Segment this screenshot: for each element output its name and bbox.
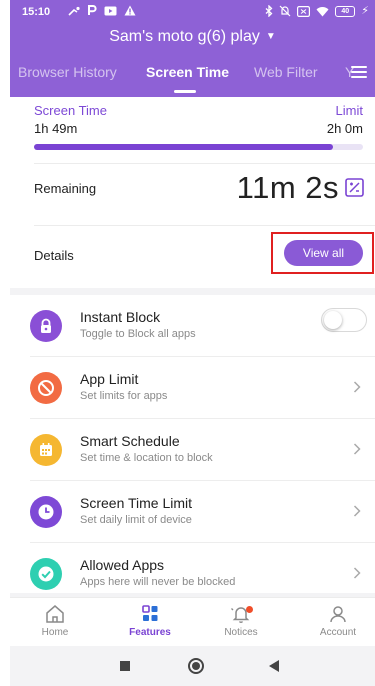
active-tab-indicator: [174, 90, 196, 93]
status-bar: 15:10 40 ⚡: [10, 0, 375, 24]
notification-badge: [246, 606, 253, 613]
limit-label: Limit: [335, 103, 363, 118]
tab-browser-history[interactable]: Browser History: [18, 64, 117, 80]
warning-icon: [124, 5, 136, 16]
nav-account[interactable]: Account: [303, 604, 373, 638]
mute-icon: [279, 5, 291, 17]
screen-time-progress: [34, 144, 363, 150]
list-item-title: Instant Block: [80, 309, 161, 325]
nav-label: Home: [41, 627, 69, 638]
parking-icon: [88, 5, 97, 15]
list-item-app-limit[interactable]: App Limit Set limits for apps: [10, 357, 375, 419]
nav-label: Account: [319, 627, 357, 638]
bluetooth-icon: [265, 5, 273, 17]
notification-icons: [68, 5, 136, 16]
check-icon: [30, 558, 62, 590]
clock-icon: [30, 496, 62, 528]
nav-notices[interactable]: Notices: [206, 604, 276, 638]
edit-time-icon[interactable]: [345, 178, 364, 197]
lock-icon: [30, 310, 62, 342]
wifi-icon: [316, 6, 329, 16]
list-item-screen-time-limit[interactable]: Screen Time Limit Set daily limit of dev…: [10, 481, 375, 543]
system-nav-bar: [10, 646, 375, 686]
details-label: Details: [34, 248, 74, 263]
list-item-instant-block[interactable]: Instant Block Toggle to Block all apps: [10, 295, 375, 357]
list-item-subtitle: Set daily limit of device: [80, 514, 192, 526]
device-selector[interactable]: Sam's moto g(6) play ▼: [10, 28, 375, 46]
divider: [34, 163, 375, 164]
person-icon: [330, 606, 346, 623]
list-item-subtitle: Apps here will never be blocked: [80, 576, 236, 588]
limit-value: 2h 0m: [326, 121, 363, 136]
chevron-right-icon: [353, 443, 361, 455]
divider: [34, 225, 375, 226]
list-item-allowed-apps[interactable]: Allowed Apps Apps here will never be blo…: [10, 543, 375, 605]
list-item-subtitle: Set limits for apps: [80, 390, 168, 402]
view-all-button[interactable]: View all: [284, 240, 363, 266]
list-item-title: App Limit: [80, 371, 139, 387]
grid-icon: [142, 605, 158, 621]
sim-icon: [297, 5, 311, 17]
chevron-right-icon: [353, 381, 361, 393]
battery-icon: 40: [335, 5, 356, 17]
list-item-title: Allowed Apps: [80, 557, 165, 573]
nav-home[interactable]: Home: [20, 604, 90, 638]
home-icon: [46, 605, 64, 623]
nav-features[interactable]: Features: [115, 604, 185, 638]
recents-icon[interactable]: [120, 661, 130, 671]
remaining-label: Remaining: [34, 181, 97, 196]
list-item-title: Screen Time Limit: [80, 495, 193, 511]
tab-bar: Browser History Screen Time Web Filter Y: [10, 64, 375, 86]
list-item-subtitle: Toggle to Block all apps: [80, 328, 196, 340]
remaining-value: 11m 2s: [236, 170, 339, 205]
system-status-icons: 40 ⚡: [265, 5, 369, 17]
calendar-icon: [30, 434, 62, 466]
nav-label: Features: [129, 627, 171, 638]
instant-block-toggle[interactable]: [321, 308, 367, 332]
bottom-nav: Home Features Notices Account: [10, 597, 375, 646]
back-icon[interactable]: [269, 660, 279, 672]
list-item-subtitle: Set time & location to block: [80, 452, 213, 464]
menu-icon[interactable]: [351, 66, 367, 79]
screen-time-label: Screen Time: [34, 103, 107, 118]
screen-time-card: Screen Time 1h 49m Limit 2h 0m Remaining…: [10, 97, 375, 288]
view-all-highlight: View all: [271, 232, 374, 274]
screen-time-progress-fill: [34, 144, 334, 150]
tab-screen-time[interactable]: Screen Time: [146, 64, 229, 80]
video-icon: [104, 6, 117, 15]
feature-list: Instant Block Toggle to Block all apps A…: [10, 295, 375, 593]
nav-label: Notices: [224, 627, 258, 638]
caret-down-icon: ▼: [265, 31, 276, 42]
tab-web-filter[interactable]: Web Filter: [254, 64, 318, 80]
chevron-right-icon: [353, 505, 361, 517]
home-button-icon[interactable]: [188, 658, 204, 674]
swipe-icon: [68, 6, 80, 16]
block-icon: [30, 372, 62, 404]
status-time: 15:10: [22, 6, 51, 18]
chevron-right-icon: [353, 567, 361, 579]
list-item-smart-schedule[interactable]: Smart Schedule Set time & location to bl…: [10, 419, 375, 481]
device-name: Sam's moto g(6) play: [109, 28, 260, 45]
charging-icon: ⚡: [361, 5, 369, 17]
screen-time-used: 1h 49m: [34, 121, 78, 136]
toggle-knob: [324, 310, 342, 329]
app-header: 15:10 40 ⚡ Sam's moto g(6) play ▼ Browser…: [10, 0, 375, 97]
app-screen: 15:10 40 ⚡ Sam's moto g(6) play ▼ Browser…: [10, 0, 375, 686]
list-item-title: Smart Schedule: [80, 433, 180, 449]
